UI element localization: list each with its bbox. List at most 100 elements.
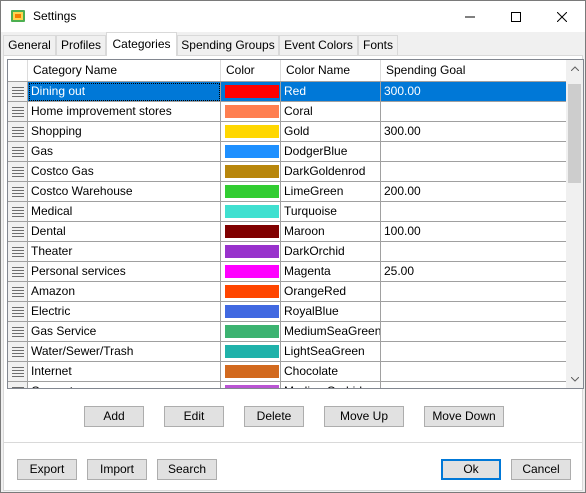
table-row[interactable]: Home improvement stores Coral — [8, 102, 570, 122]
color-cell[interactable] — [221, 382, 281, 388]
row-drag-handle-icon[interactable] — [8, 142, 28, 162]
table-row[interactable]: Gas DodgerBlue — [8, 142, 570, 162]
category-name-cell[interactable]: Electric — [28, 302, 221, 322]
color-cell[interactable] — [221, 362, 281, 382]
scroll-down-arrow[interactable] — [566, 371, 583, 388]
minimize-button[interactable] — [447, 1, 493, 32]
categories-grid[interactable]: Category Name Color Color Name Spending … — [7, 59, 584, 389]
export-button[interactable]: Export — [17, 459, 77, 480]
spending-goal-cell[interactable] — [381, 202, 570, 222]
row-drag-handle-icon[interactable] — [8, 162, 28, 182]
row-drag-handle-icon[interactable] — [8, 282, 28, 302]
category-name-cell[interactable]: Dental — [28, 222, 221, 242]
color-cell[interactable] — [221, 162, 281, 182]
delete-button[interactable]: Delete — [244, 406, 304, 427]
table-row[interactable]: Shopping Gold 300.00 — [8, 122, 570, 142]
color-cell[interactable] — [221, 262, 281, 282]
category-name-cell[interactable]: Gas — [28, 142, 221, 162]
vertical-scrollbar[interactable] — [566, 60, 583, 388]
table-row[interactable]: Costco Warehouse LimeGreen 200.00 — [8, 182, 570, 202]
add-button[interactable]: Add — [84, 406, 144, 427]
color-name-cell[interactable]: MediumSeaGreen — [281, 322, 381, 342]
color-name-cell[interactable]: DodgerBlue — [281, 142, 381, 162]
category-name-cell[interactable]: Dining out — [28, 82, 221, 102]
row-drag-handle-icon[interactable] — [8, 262, 28, 282]
row-drag-handle-icon[interactable] — [8, 102, 28, 122]
color-name-cell[interactable]: Red — [281, 82, 381, 102]
table-row[interactable]: Internet Chocolate — [8, 362, 570, 382]
tab-fonts[interactable]: Fonts — [358, 35, 398, 55]
scrollbar-thumb[interactable] — [568, 84, 581, 183]
category-name-cell[interactable]: Amazon — [28, 282, 221, 302]
spending-goal-cell[interactable]: 200.00 — [381, 182, 570, 202]
table-row[interactable]: Dining out Red 300.00 — [8, 82, 570, 102]
category-name-cell[interactable]: Shopping — [28, 122, 221, 142]
row-drag-handle-icon[interactable] — [8, 242, 28, 262]
search-button[interactable]: Search — [157, 459, 217, 480]
spending-goal-cell[interactable] — [381, 322, 570, 342]
column-header-color[interactable]: Color — [221, 60, 281, 81]
color-name-cell[interactable]: LightSeaGreen — [281, 342, 381, 362]
move-up-button[interactable]: Move Up — [324, 406, 404, 427]
color-cell[interactable] — [221, 102, 281, 122]
row-drag-handle-icon[interactable] — [8, 122, 28, 142]
category-name-cell[interactable]: Home improvement stores — [28, 102, 221, 122]
tab-spending-groups[interactable]: Spending Groups — [177, 35, 279, 55]
category-name-cell[interactable]: Costco Gas — [28, 162, 221, 182]
maximize-button[interactable] — [493, 1, 539, 32]
category-name-cell[interactable]: Theater — [28, 242, 221, 262]
category-name-cell[interactable]: Gas Service — [28, 322, 221, 342]
tab-profiles[interactable]: Profiles — [56, 35, 106, 55]
color-name-cell[interactable]: OrangeRed — [281, 282, 381, 302]
color-cell[interactable] — [221, 202, 281, 222]
scroll-up-arrow[interactable] — [566, 60, 583, 77]
category-name-cell[interactable]: Costco Warehouse — [28, 182, 221, 202]
row-drag-handle-icon[interactable] — [8, 222, 28, 242]
import-button[interactable]: Import — [87, 459, 147, 480]
spending-goal-cell[interactable]: 300.00 — [381, 122, 570, 142]
spending-goal-cell[interactable] — [381, 282, 570, 302]
color-name-cell[interactable]: Turquoise — [281, 202, 381, 222]
table-row[interactable]: Personal services Magenta 25.00 — [8, 262, 570, 282]
color-cell[interactable] — [221, 302, 281, 322]
spending-goal-cell[interactable] — [381, 362, 570, 382]
category-name-cell[interactable]: Medical — [28, 202, 221, 222]
table-row[interactable]: Dental Maroon 100.00 — [8, 222, 570, 242]
spending-goal-cell[interactable]: 300.00 — [381, 82, 570, 102]
table-row[interactable]: Electric RoyalBlue — [8, 302, 570, 322]
color-cell[interactable] — [221, 122, 281, 142]
table-row[interactable]: Medical Turquoise — [8, 202, 570, 222]
spending-goal-cell[interactable] — [381, 382, 570, 388]
color-name-cell[interactable]: Chocolate — [281, 362, 381, 382]
color-name-cell[interactable]: DarkOrchid — [281, 242, 381, 262]
row-drag-handle-icon[interactable] — [8, 382, 28, 388]
column-header-category-name[interactable]: Category Name — [28, 60, 221, 81]
color-name-cell[interactable]: Magenta — [281, 262, 381, 282]
color-cell[interactable] — [221, 142, 281, 162]
spending-goal-cell[interactable]: 100.00 — [381, 222, 570, 242]
cancel-button[interactable]: Cancel — [511, 459, 571, 480]
table-row[interactable]: Costco Gas DarkGoldenrod — [8, 162, 570, 182]
spending-goal-cell[interactable]: 25.00 — [381, 262, 570, 282]
spending-goal-cell[interactable] — [381, 142, 570, 162]
ok-button[interactable]: Ok — [441, 459, 501, 480]
category-name-cell[interactable]: Water/Sewer/Trash — [28, 342, 221, 362]
tab-categories[interactable]: Categories — [106, 32, 177, 56]
row-drag-handle-icon[interactable] — [8, 202, 28, 222]
category-name-cell[interactable]: Personal services — [28, 262, 221, 282]
color-cell[interactable] — [221, 222, 281, 242]
color-name-cell[interactable]: Maroon — [281, 222, 381, 242]
row-drag-handle-icon[interactable] — [8, 302, 28, 322]
table-row[interactable]: Computer MediumOrchid — [8, 382, 570, 388]
color-name-cell[interactable]: RoyalBlue — [281, 302, 381, 322]
row-drag-handle-icon[interactable] — [8, 322, 28, 342]
move-down-button[interactable]: Move Down — [424, 406, 504, 427]
color-name-cell[interactable]: MediumOrchid — [281, 382, 381, 388]
row-drag-handle-icon[interactable] — [8, 182, 28, 202]
spending-goal-cell[interactable] — [381, 102, 570, 122]
row-drag-handle-icon[interactable] — [8, 362, 28, 382]
color-name-cell[interactable]: DarkGoldenrod — [281, 162, 381, 182]
color-cell[interactable] — [221, 182, 281, 202]
table-row[interactable]: Gas Service MediumSeaGreen — [8, 322, 570, 342]
table-row[interactable]: Amazon OrangeRed — [8, 282, 570, 302]
